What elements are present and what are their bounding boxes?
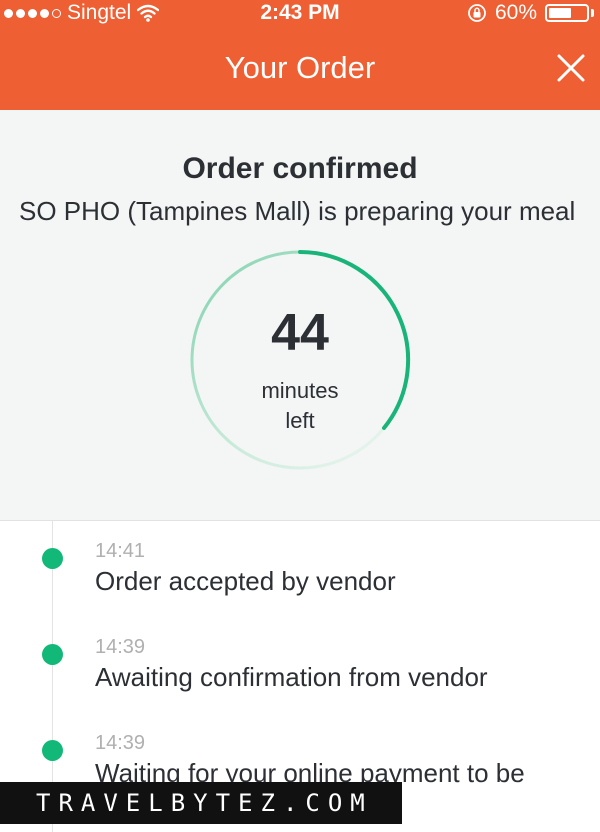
- watermark-banner: TRAVELBYTEZ.COM: [0, 782, 402, 824]
- timeline-time: 14:39: [95, 732, 146, 754]
- minutes-left-label: minutes left: [188, 376, 412, 436]
- close-icon[interactable]: [556, 53, 586, 83]
- battery-fill: [549, 8, 571, 18]
- battery-percent: 60%: [494, 1, 537, 24]
- battery-tip: [591, 9, 594, 17]
- page-title: Your Order: [224, 50, 376, 85]
- order-status-card: Order confirmed SO PHO (Tampines Mall) i…: [0, 110, 600, 521]
- timeline-text: Awaiting confirmation from vendor: [95, 662, 488, 692]
- minutes-label-line-2: left: [285, 408, 315, 433]
- minutes-left-value: 44: [271, 304, 329, 362]
- order-status-subtitle: SO PHO (Tampines Mall) is preparing your…: [19, 196, 576, 226]
- timeline-time: 14:39: [95, 636, 146, 658]
- timeline-time: 14:41: [95, 540, 146, 562]
- nav-bar: Your Order: [0, 26, 600, 110]
- app-header: Singtel 2:43 PM 60% Your Order: [0, 0, 600, 110]
- status-bar-right: 60%: [467, 0, 594, 26]
- battery-icon: [545, 4, 589, 22]
- minutes-label-line-1: minutes: [261, 378, 339, 403]
- timeline-dot: [42, 740, 63, 761]
- timeline-text: Order accepted by vendor: [95, 566, 396, 596]
- order-status-title: Order confirmed: [182, 152, 418, 185]
- rotation-lock-icon: [468, 4, 486, 22]
- timeline-dot: [42, 644, 63, 665]
- timeline-dot: [42, 548, 63, 569]
- status-bar: Singtel 2:43 PM 60%: [0, 0, 600, 26]
